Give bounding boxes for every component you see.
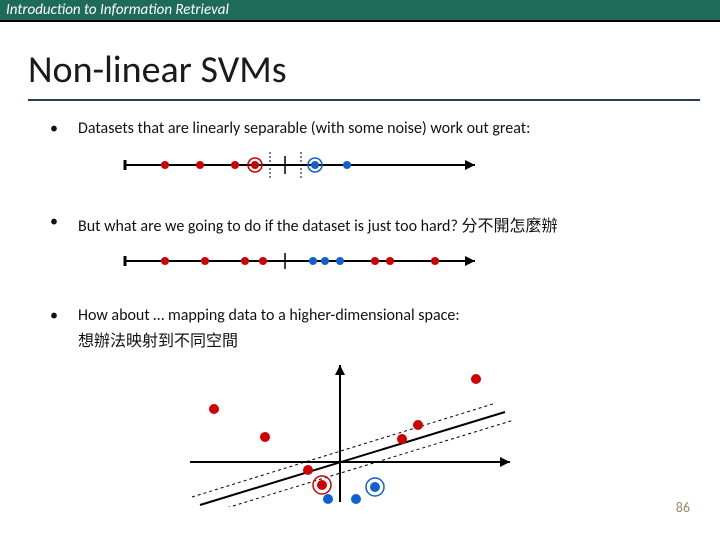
bullet-icon: • xyxy=(50,212,78,231)
bullet-3-extra: 想辦法映射到不同空間 xyxy=(50,327,700,351)
diagram-1 xyxy=(115,148,700,182)
bullet-3: • How about … mapping data to a higher-d… xyxy=(50,306,700,325)
content-area: • Datasets that are linearly separable (… xyxy=(0,101,720,507)
header-bar: Introduction to Information Retrieval xyxy=(0,0,720,22)
diagram-3 xyxy=(170,357,700,507)
extra-text: 想辦法映射到不同空間 xyxy=(78,327,700,351)
page-number: 86 xyxy=(676,499,690,516)
diagram-2 xyxy=(115,246,700,276)
bullet-text: How about … mapping data to a higher-dim… xyxy=(78,306,700,325)
bullet-icon: • xyxy=(50,119,78,138)
slide-title: Non-linear SVMs xyxy=(28,47,720,93)
bullet-1: • Datasets that are linearly separable (… xyxy=(50,119,700,138)
course-title: Introduction to Information Retrieval xyxy=(6,1,229,19)
bullet-2: • But what are we going to do if the dat… xyxy=(50,212,700,236)
bullet-text: But what are we going to do if the datas… xyxy=(78,212,700,236)
bullet-text: Datasets that are linearly separable (wi… xyxy=(78,119,700,138)
bullet-icon: • xyxy=(50,306,78,325)
